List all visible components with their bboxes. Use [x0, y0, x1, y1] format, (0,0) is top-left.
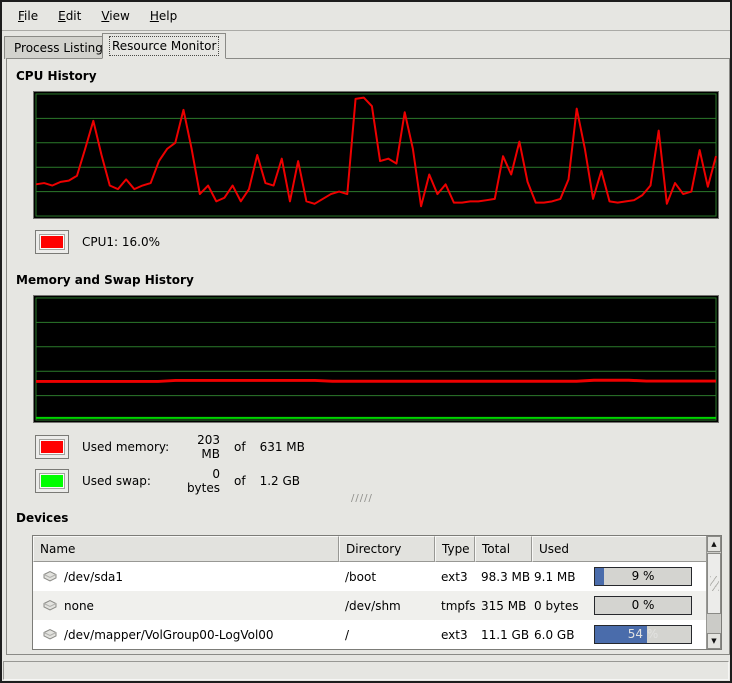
usage-percent-label: 54 %: [595, 626, 691, 643]
memory-history-title: Memory and Swap History: [16, 273, 194, 287]
memory-color-swatch: [40, 440, 64, 454]
device-directory: /dev/shm: [339, 599, 435, 613]
usage-percent-label: 0 %: [595, 597, 691, 614]
scrollbar-grip-icon: [710, 576, 719, 591]
system-monitor-window: File Edit View Help Process Listing Reso…: [0, 0, 732, 683]
tab-resource-monitor[interactable]: Resource Monitor: [102, 33, 226, 59]
column-header-directory[interactable]: Directory: [339, 536, 435, 562]
menu-view[interactable]: View: [91, 4, 139, 28]
usage-progress-bar: 0 %: [594, 596, 692, 615]
swap-used-value: 0 bytes: [178, 467, 220, 495]
table-row-dev-sda1[interactable]: /dev/sda1 /boot ext3 98.3 MB 9.1 MB 9 %: [33, 562, 706, 591]
cpu-history-chart: [34, 92, 718, 218]
memory-of-text: of: [234, 440, 246, 454]
scroll-down-button[interactable]: ▼: [707, 633, 721, 649]
device-total: 315 MB: [475, 599, 532, 613]
devices-title: Devices: [16, 511, 68, 525]
device-name: /dev/mapper/VolGroup00-LogVol00: [64, 628, 274, 642]
menu-help[interactable]: Help: [140, 4, 187, 28]
cpu-legend: CPU1: 16.0%: [35, 230, 160, 254]
vertical-scrollbar[interactable]: ▲ ▼: [706, 536, 721, 649]
swap-color-swatch: [40, 474, 64, 488]
menu-bar: File Edit View Help: [2, 2, 730, 31]
usage-percent-label: 9 %: [595, 568, 691, 585]
device-type: ext3: [435, 570, 475, 584]
device-total: 11.1 GB: [475, 628, 532, 642]
resource-monitor-page: CPU History CPU1: 16.0% Memory and Swap …: [6, 58, 730, 655]
device-name: none: [64, 599, 94, 613]
memory-legend: Used memory: 203 MB of 631 MB: [35, 433, 305, 461]
scroll-up-button[interactable]: ▲: [707, 536, 721, 552]
column-header-name[interactable]: Name: [33, 536, 339, 562]
swap-legend: Used swap: 0 bytes of 1.2 GB: [35, 467, 300, 495]
memory-total-value: 631 MB: [260, 440, 305, 454]
tab-resource-monitor-label: Resource Monitor: [112, 39, 216, 53]
devices-table-header: Name Directory Type Total Used: [33, 536, 721, 562]
device-directory: /: [339, 628, 435, 642]
device-name: /dev/sda1: [64, 570, 123, 584]
table-row-volgroup[interactable]: /dev/mapper/VolGroup00-LogVol00 / ext3 1…: [33, 620, 706, 649]
scrollbar-thumb[interactable]: [707, 553, 721, 614]
column-header-type[interactable]: Type: [435, 536, 475, 562]
status-bar: [3, 661, 729, 680]
device-used: 9.1 MB: [532, 570, 584, 584]
tab-process-listing-label: Process Listing: [14, 41, 103, 55]
devices-table: Name Directory Type Total Used /dev/sda1…: [32, 535, 722, 650]
menu-edit[interactable]: Edit: [48, 4, 91, 28]
device-directory: /boot: [339, 570, 435, 584]
menu-file[interactable]: File: [8, 4, 48, 28]
arrow-down-icon: ▼: [711, 637, 716, 645]
device-type: tmpfs: [435, 599, 475, 613]
usage-progress-bar: 54 %: [594, 625, 692, 644]
memory-used-value: 203 MB: [178, 433, 220, 461]
device-used: 6.0 GB: [532, 628, 584, 642]
swap-total-value: 1.2 GB: [260, 474, 300, 488]
memory-history-chart: [34, 296, 718, 422]
cpu-color-swatch: [40, 235, 64, 249]
device-used: 0 bytes: [532, 599, 584, 613]
swap-legend-label: Used swap:: [82, 474, 178, 488]
swap-of-text: of: [234, 474, 246, 488]
cpu-legend-label: CPU1: 16.0%: [82, 235, 160, 249]
cpu-history-title: CPU History: [16, 69, 97, 83]
device-type: ext3: [435, 628, 475, 642]
tab-process-listing[interactable]: Process Listing: [4, 36, 113, 59]
harddisk-icon: [42, 628, 58, 641]
arrow-up-icon: ▲: [711, 540, 716, 548]
column-header-used[interactable]: Used: [532, 536, 721, 562]
cpu-color-button[interactable]: [35, 230, 69, 254]
table-row-none[interactable]: none /dev/shm tmpfs 315 MB 0 bytes 0 %: [33, 591, 706, 620]
pane-splitter-handle[interactable]: /////: [351, 493, 373, 504]
harddisk-icon: [42, 599, 58, 612]
cpu-history-graph: [33, 91, 719, 219]
harddisk-icon: [42, 570, 58, 583]
devices-table-body: /dev/sda1 /boot ext3 98.3 MB 9.1 MB 9 %: [33, 562, 706, 649]
column-header-total[interactable]: Total: [475, 536, 532, 562]
memory-history-graph: [33, 295, 719, 423]
memory-legend-label: Used memory:: [82, 440, 178, 454]
memory-color-button[interactable]: [35, 435, 69, 459]
device-total: 98.3 MB: [475, 570, 532, 584]
swap-color-button[interactable]: [35, 469, 69, 493]
tab-strip: Process Listing Resource Monitor: [2, 32, 730, 59]
usage-progress-bar: 9 %: [594, 567, 692, 586]
